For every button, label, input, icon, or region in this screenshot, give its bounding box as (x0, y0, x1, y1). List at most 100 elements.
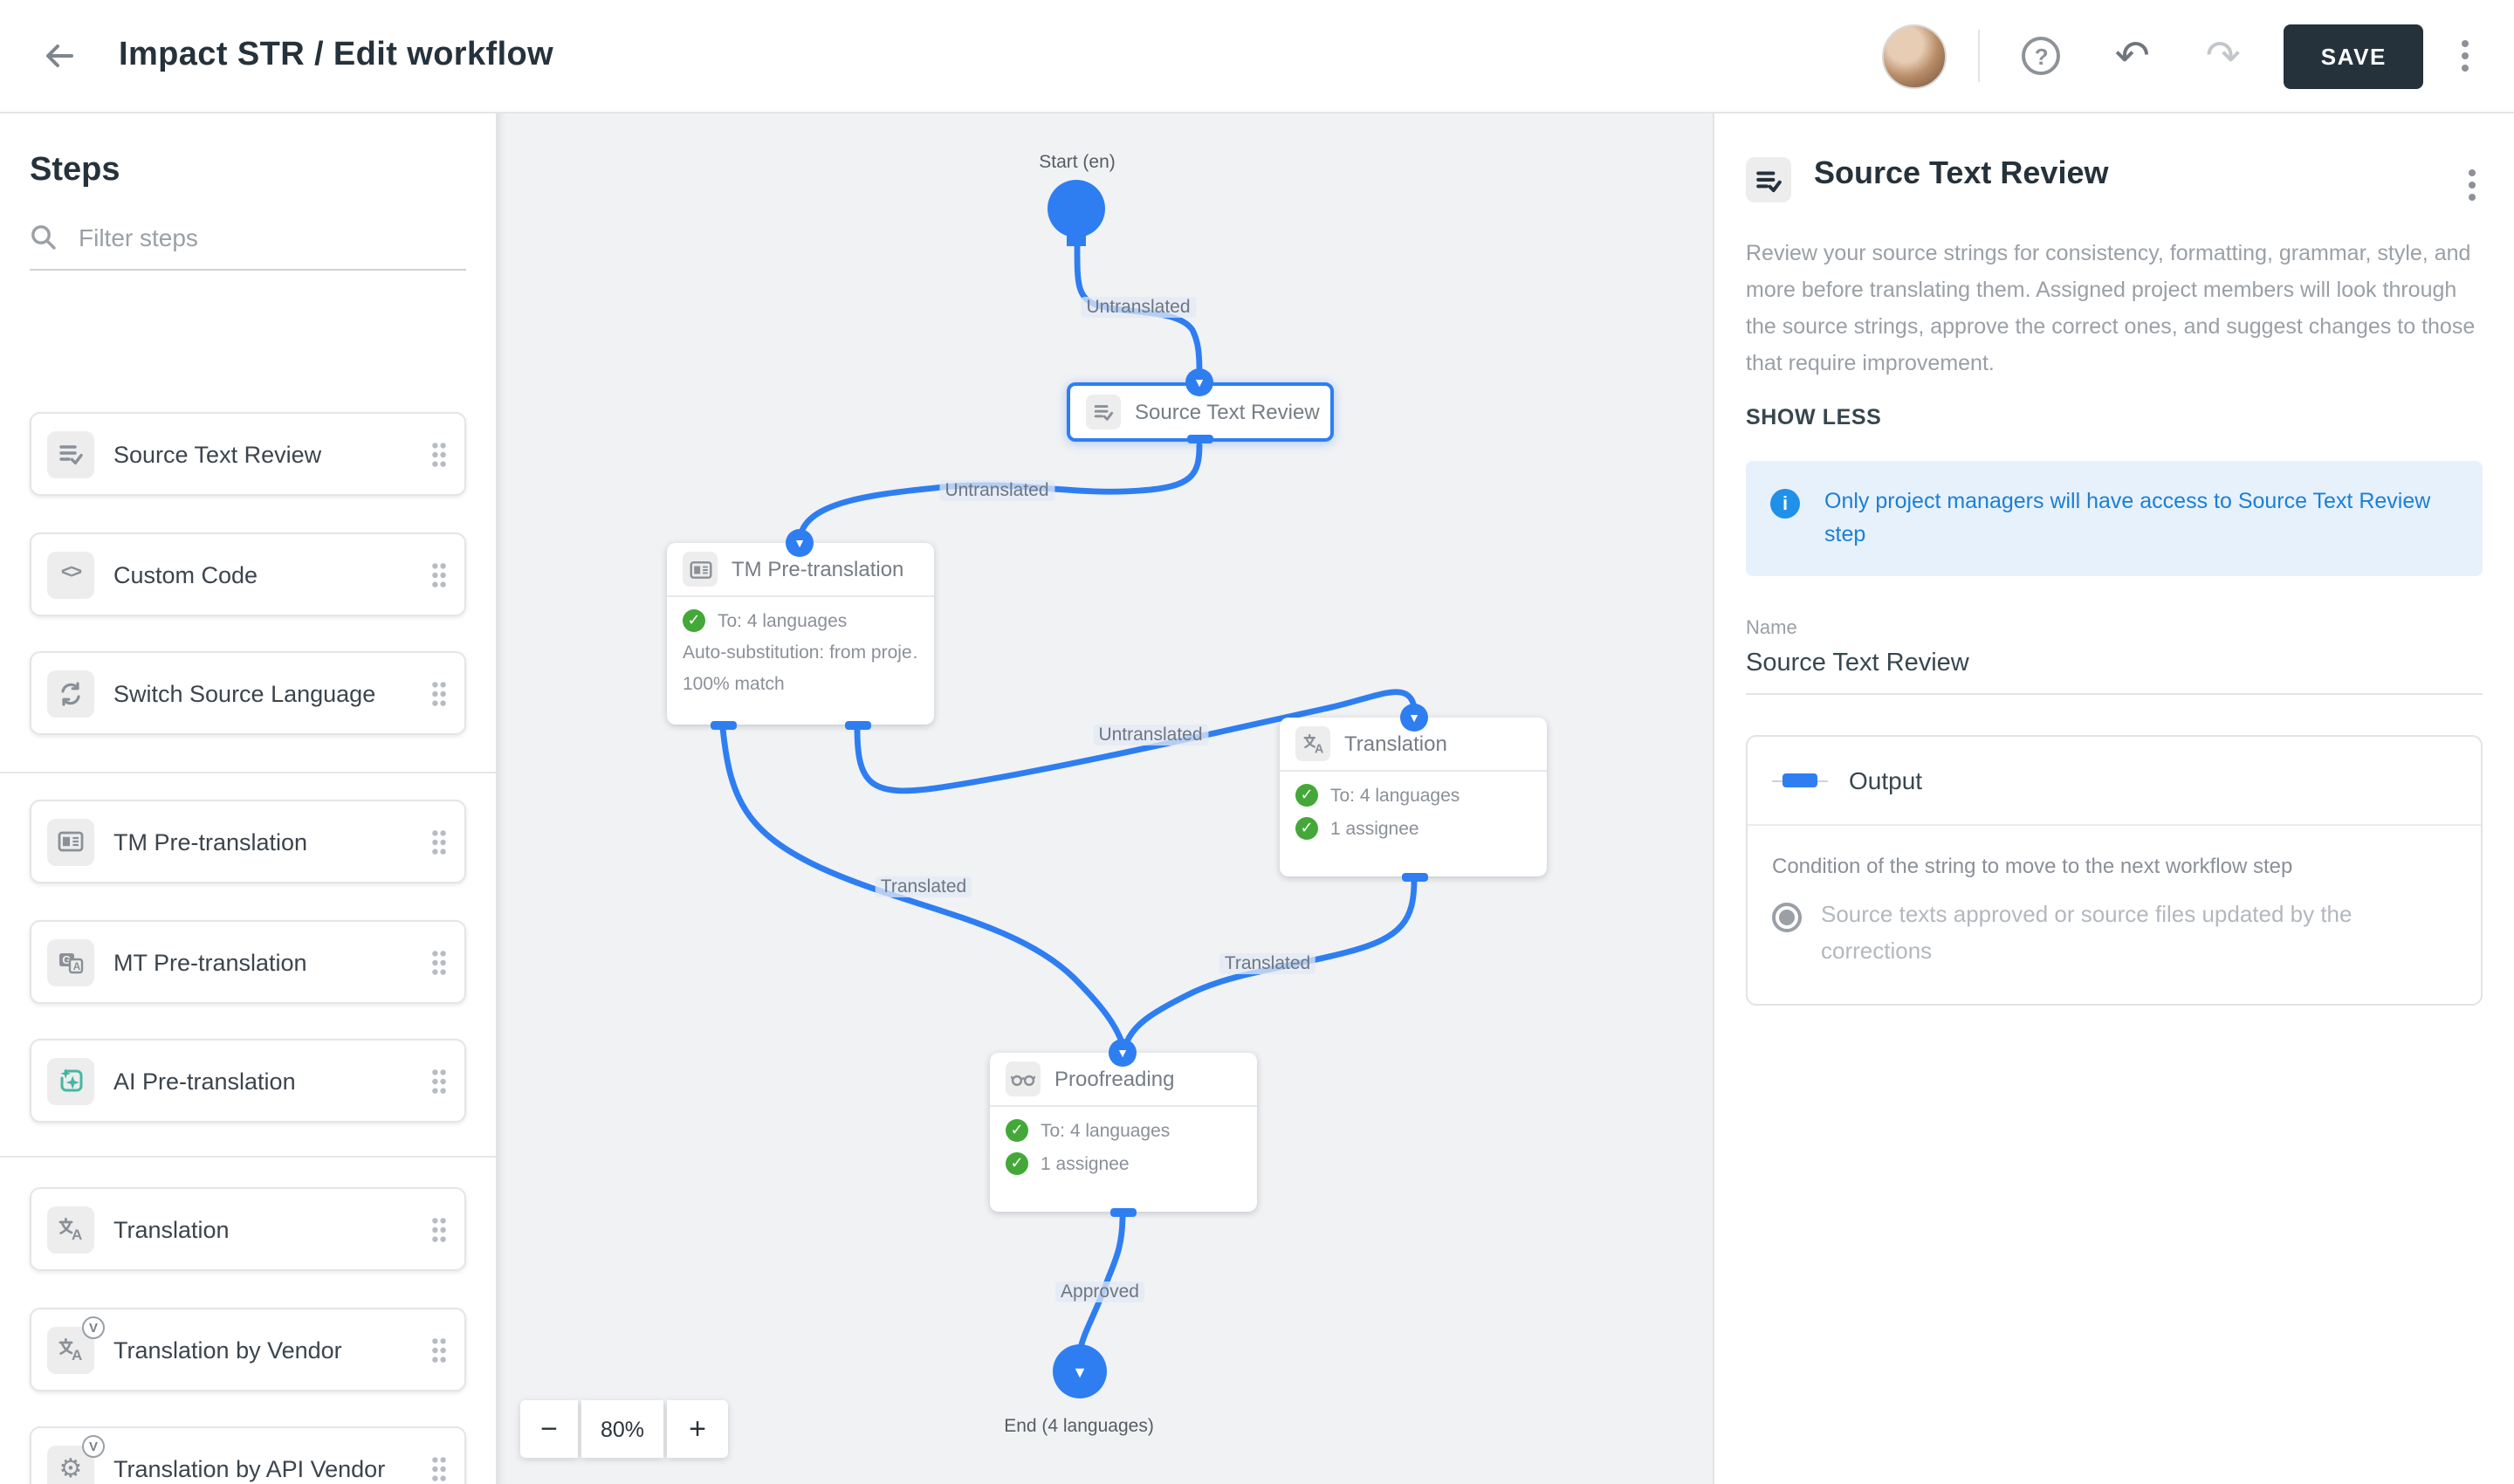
workflow-canvas[interactable]: Start (en) ▼ End (4 languages) Untransla… (498, 113, 1713, 1484)
svg-text:A: A (72, 1347, 82, 1362)
sidebar-item-translation-by-vendor[interactable]: A V Translation by Vendor (30, 1308, 466, 1391)
avatar[interactable] (1883, 24, 1947, 88)
sidebar-item-switch-source-language[interactable]: Switch Source Language (30, 651, 466, 735)
redo-icon: ↷ (2206, 35, 2241, 77)
zoom-out-button[interactable]: − (520, 1400, 578, 1458)
drag-handle-icon[interactable] (431, 680, 447, 706)
edge-arrow-icon: ▼ (786, 529, 814, 557)
check-icon: ✓ (683, 609, 705, 632)
node-translation[interactable]: A Translation ✓To: 4 languages ✓1 assign… (1280, 718, 1547, 876)
topbar-kebab-menu[interactable] (2455, 33, 2476, 79)
show-less-link[interactable]: SHOW LESS (1746, 405, 1881, 429)
tm-card-icon (47, 818, 94, 865)
drag-handle-icon[interactable] (431, 561, 447, 587)
redo-button[interactable]: ↷ (2194, 26, 2253, 86)
list-check-icon (47, 430, 94, 477)
check-icon: ✓ (1006, 1119, 1028, 1142)
filter-steps-input[interactable] (75, 222, 424, 253)
panel-kebab-menu[interactable] (2462, 162, 2483, 208)
step-details-panel: Source Text Review Review your source st… (1713, 113, 2514, 1484)
connector-handle[interactable] (1110, 1208, 1137, 1217)
node-detail: 100% match (683, 674, 785, 695)
sync-icon (47, 670, 94, 717)
drag-handle-icon[interactable] (431, 949, 447, 975)
drag-handle-icon[interactable] (431, 1216, 447, 1242)
svg-text:A: A (73, 960, 81, 972)
start-node-label: Start (en) (1039, 152, 1116, 173)
output-port-icon (1772, 773, 1828, 787)
connector-handle[interactable] (711, 721, 737, 730)
glasses-icon (1006, 1061, 1041, 1096)
node-detail: To: 4 languages (1330, 785, 1460, 806)
sidebar-item-label: Custom Code (113, 561, 258, 587)
translate-icon: A (47, 1206, 94, 1253)
start-node-stem (1067, 236, 1086, 246)
sidebar-item-label: Switch Source Language (113, 680, 375, 706)
save-button[interactable]: SAVE (2284, 24, 2423, 88)
info-icon: i (1770, 489, 1800, 519)
list-check-icon (1086, 395, 1121, 429)
edge-label-untranslated: Untranslated (1093, 725, 1207, 745)
edge-label-translated: Translated (876, 876, 972, 897)
node-detail: Auto-substitution: from proje… (683, 642, 918, 663)
zoom-level: 80% (581, 1400, 663, 1458)
drag-handle-icon[interactable] (431, 441, 447, 467)
translate-icon: A (1295, 726, 1330, 761)
drag-handle-icon[interactable] (431, 1455, 447, 1481)
undo-button[interactable]: ↶ (2103, 26, 2162, 86)
mt-translate-icon: GA (47, 938, 94, 986)
info-alert-text: Only project managers will have access t… (1824, 485, 2458, 552)
page-title: Impact STR / Edit workflow (119, 37, 553, 75)
node-title: Source Text Review (1135, 400, 1320, 424)
drag-handle-icon[interactable] (431, 1068, 447, 1094)
help-icon: ? (2023, 37, 2061, 75)
sidebar-item-label: Translation by Vendor (113, 1336, 342, 1363)
sidebar-item-ai-pre-translation[interactable]: AI Pre-translation (30, 1039, 466, 1123)
connector-handle[interactable] (1402, 873, 1428, 882)
sidebar-item-translation[interactable]: A Translation (30, 1187, 466, 1271)
ai-sparkle-icon (47, 1057, 94, 1104)
info-alert: i Only project managers will have access… (1746, 461, 2483, 576)
edge-label-translated: Translated (1219, 953, 1315, 974)
topbar-actions: ? ↶ ↷ SAVE (1883, 24, 2514, 88)
panel-title: Source Text Review (1814, 155, 2462, 192)
node-tm-pre-translation[interactable]: TM Pre-translation ✓To: 4 languages Auto… (667, 543, 934, 725)
drag-handle-icon[interactable] (431, 1336, 447, 1363)
svg-text:A: A (72, 1226, 82, 1241)
translate-vendor-icon: A V (47, 1326, 94, 1373)
name-field[interactable]: Source Text Review (1746, 649, 2483, 695)
filter-steps-field[interactable] (30, 222, 466, 271)
node-proofreading[interactable]: Proofreading ✓To: 4 languages ✓1 assigne… (990, 1053, 1257, 1212)
help-button[interactable]: ? (2012, 26, 2071, 86)
connector-handle[interactable] (845, 721, 871, 730)
sidebar-item-translation-by-api-vendor[interactable]: ⚙ V Translation by API Vendor (30, 1426, 466, 1484)
node-detail: 1 assignee (1330, 818, 1419, 839)
topbar-divider (1979, 30, 1981, 82)
end-node[interactable]: ▼ (1053, 1344, 1107, 1398)
output-card: Output Condition of the string to move t… (1746, 735, 2483, 1006)
node-detail: 1 assignee (1041, 1153, 1130, 1174)
back-button[interactable] (24, 21, 94, 91)
step-description: Review your source strings for consisten… (1746, 236, 2483, 382)
connector-handle[interactable] (1187, 435, 1213, 443)
edge-label-untranslated: Untranslated (1081, 297, 1195, 318)
zoom-control: − 80% + (520, 1400, 728, 1458)
start-node[interactable] (1048, 180, 1105, 237)
sidebar-item-label: MT Pre-translation (113, 949, 307, 975)
sidebar-item-mt-pre-translation[interactable]: GA MT Pre-translation (30, 920, 466, 1004)
undo-icon: ↶ (2115, 35, 2150, 77)
drag-handle-icon[interactable] (431, 828, 447, 855)
sidebar-item-tm-pre-translation[interactable]: TM Pre-translation (30, 800, 466, 883)
output-title: Output (1849, 766, 1922, 794)
radio-button-icon[interactable] (1772, 903, 1802, 932)
node-detail: To: 4 languages (1041, 1120, 1170, 1141)
sidebar-title: Steps (30, 152, 496, 190)
edge-arrow-icon: ▼ (1109, 1039, 1137, 1067)
zoom-in-button[interactable]: + (667, 1400, 728, 1458)
sidebar-item-source-text-review[interactable]: Source Text Review (30, 412, 466, 496)
sidebar-item-custom-code[interactable]: <> Custom Code (30, 532, 466, 616)
back-arrow-icon (42, 38, 77, 73)
sidebar-item-label: AI Pre-translation (113, 1068, 296, 1094)
sidebar-item-label: Translation (113, 1216, 230, 1242)
node-title: Proofreading (1054, 1067, 1174, 1091)
